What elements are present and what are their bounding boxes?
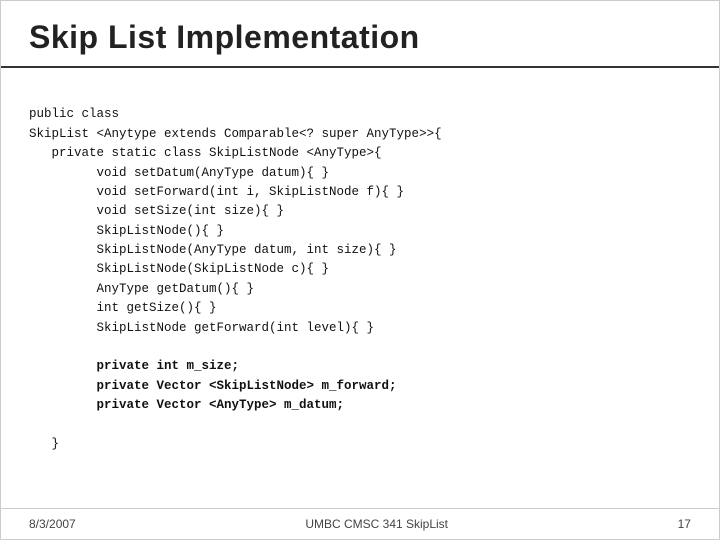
- footer-title: UMBC CMSC 341 SkipList: [305, 517, 448, 531]
- code-bold-1: private int m_size; private Vector <Skip…: [29, 359, 397, 412]
- footer-date: 8/3/2007: [29, 517, 76, 531]
- slide-title: Skip List Implementation: [29, 19, 420, 55]
- footer-page: 17: [678, 517, 691, 531]
- code-line-1: public class SkipList <Anytype extends C…: [29, 107, 442, 450]
- footer: 8/3/2007 UMBC CMSC 341 SkipList 17: [1, 508, 719, 539]
- code-block: public class SkipList <Anytype extends C…: [29, 86, 691, 493]
- slide: Skip List Implementation public class Sk…: [0, 0, 720, 540]
- title-bar: Skip List Implementation: [1, 1, 719, 68]
- content-area: public class SkipList <Anytype extends C…: [1, 68, 719, 508]
